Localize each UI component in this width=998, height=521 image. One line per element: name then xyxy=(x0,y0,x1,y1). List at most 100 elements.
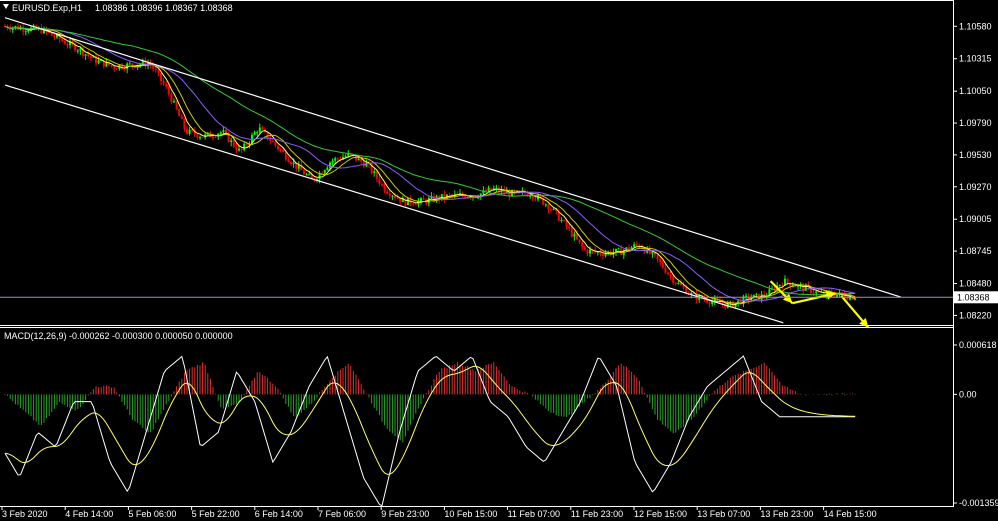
candle-body xyxy=(84,54,87,56)
candle-body xyxy=(188,129,191,134)
candle-body xyxy=(589,249,591,254)
candle-body xyxy=(651,252,654,254)
candle-body xyxy=(794,286,797,288)
candle-body xyxy=(815,291,818,294)
candle-body xyxy=(123,68,126,70)
candle-body xyxy=(531,195,534,199)
candle-body xyxy=(282,149,285,152)
candle-body xyxy=(383,184,386,192)
price-tick-label: 1.10580 xyxy=(959,21,992,31)
candle-body xyxy=(110,65,113,67)
candle-body xyxy=(568,226,571,229)
time-tick-label: 4 Feb 14:00 xyxy=(65,509,113,519)
candle-body xyxy=(331,160,334,163)
candle-body xyxy=(186,128,188,134)
candle-body xyxy=(617,248,620,250)
candle-body xyxy=(24,31,27,33)
candle-body xyxy=(812,293,815,295)
price-tick-label: 1.09790 xyxy=(959,118,992,128)
candle-body xyxy=(287,159,290,163)
candle-body xyxy=(87,54,90,56)
candle-body xyxy=(412,203,415,205)
candle-body xyxy=(232,140,235,147)
price-tick-label: 1.09530 xyxy=(959,150,992,160)
candle-body xyxy=(303,170,305,175)
candle-body xyxy=(573,234,576,237)
candle-body xyxy=(196,134,199,138)
price-tick-label: 1.09005 xyxy=(959,214,992,224)
time-tick-label: 6 Feb 14:00 xyxy=(255,509,303,519)
candle-body xyxy=(214,136,217,138)
candle-body xyxy=(175,101,178,110)
time-tick-label: 5 Feb 22:00 xyxy=(192,509,240,519)
trading-chart[interactable]: 1.10580 1.10315 1.10050 1.09790 1.09530 1.092… xyxy=(0,0,998,521)
candle-body xyxy=(560,219,563,221)
price-tick-label: 1.10315 xyxy=(959,54,992,64)
candle-body xyxy=(583,247,586,251)
candle-body xyxy=(230,140,233,143)
candle-body xyxy=(305,174,308,176)
candle-body xyxy=(586,250,589,254)
candle-body xyxy=(659,258,662,263)
candle-body xyxy=(635,244,638,246)
candle-body xyxy=(375,171,378,179)
candle-body xyxy=(677,282,680,284)
candle-body xyxy=(420,198,422,202)
candle-body xyxy=(256,132,259,134)
candle-body xyxy=(846,297,849,300)
candle-body xyxy=(183,118,186,129)
candle-body xyxy=(225,130,227,133)
candle-body xyxy=(53,35,56,38)
time-tick-label: 13 Feb 07:00 xyxy=(697,509,750,519)
candle-body xyxy=(199,137,201,139)
candle-body xyxy=(669,274,672,277)
candle-body xyxy=(245,143,248,145)
candle-body xyxy=(323,170,326,174)
candle-body xyxy=(128,63,131,65)
candle-body xyxy=(113,66,116,69)
candle-body xyxy=(292,162,295,165)
candle-body xyxy=(178,109,181,117)
candle-body xyxy=(61,39,64,41)
ohlc-values: 1.08386 1.08396 1.08367 1.08368 xyxy=(95,3,233,13)
time-tick-label: 3 Feb 2020 xyxy=(2,509,48,519)
candle-body xyxy=(394,196,396,198)
candle-body xyxy=(308,174,311,176)
current-price-text: 1.08368 xyxy=(957,292,990,302)
candle-body xyxy=(378,178,381,184)
current-price-label: 1.08368 xyxy=(954,291,998,304)
candle-body xyxy=(674,282,677,284)
chart-background xyxy=(0,0,998,521)
candle-body xyxy=(388,193,391,197)
candle-body xyxy=(253,132,256,135)
candle-body xyxy=(66,43,69,45)
candle-body xyxy=(422,198,425,200)
candle-body xyxy=(407,197,409,206)
candle-body xyxy=(745,295,747,297)
candle-body xyxy=(271,141,274,143)
candle-body xyxy=(357,158,360,161)
time-tick-label: 13 Feb 23:00 xyxy=(760,509,813,519)
candle-body xyxy=(656,254,659,259)
candle-body xyxy=(578,239,581,243)
price-tick-label: 1.09270 xyxy=(959,182,992,192)
candle-body xyxy=(131,63,134,66)
candle-body xyxy=(672,276,675,283)
candle-body xyxy=(89,55,92,58)
candle-body xyxy=(258,127,261,133)
symbol-label: EURUSD.Exp,H1 xyxy=(12,3,82,13)
candle-body xyxy=(240,148,243,151)
candle-body xyxy=(576,234,578,240)
candle-body xyxy=(235,146,238,151)
candle-body xyxy=(633,244,636,248)
price-tick-label: 1.10050 xyxy=(959,86,992,96)
candle-body xyxy=(344,156,347,158)
candle-body xyxy=(97,60,100,64)
candle-body xyxy=(261,127,264,130)
macd-tick-label: 0.000618 xyxy=(959,340,997,350)
candle-body xyxy=(157,70,160,73)
time-tick-label: 11 Feb 23:00 xyxy=(571,509,623,519)
candle-body xyxy=(661,262,664,268)
candle-body xyxy=(414,204,417,206)
candle-body xyxy=(167,86,170,94)
